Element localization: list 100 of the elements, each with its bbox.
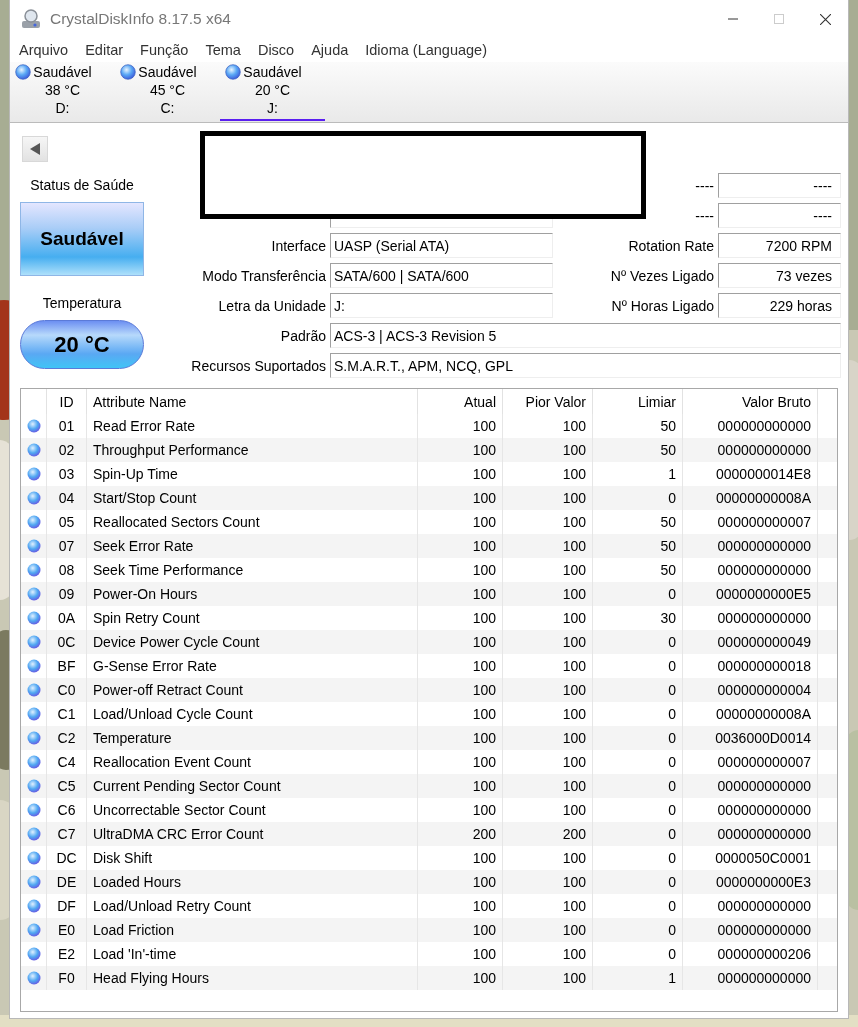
table-cell: 0 xyxy=(593,726,683,750)
table-cell: 02 xyxy=(47,438,87,462)
status-dot-icon xyxy=(26,659,41,673)
menu-item[interactable]: Disco xyxy=(248,42,303,58)
status-dot-icon xyxy=(26,875,41,889)
info-field: 73 vezes xyxy=(718,263,841,288)
drive-tab[interactable]: Saudável 45 °C C: xyxy=(115,62,220,121)
drive-temperature: 20 °C xyxy=(254,81,291,99)
info-field: UASP (Serial ATA) xyxy=(330,233,553,258)
table-cell: 100 xyxy=(503,726,593,750)
field-label: ---- xyxy=(695,177,714,194)
table-cell: Start/Stop Count xyxy=(87,486,418,510)
column-header[interactable]: ID xyxy=(47,389,87,414)
table-cell: 100 xyxy=(503,486,593,510)
table-cell: 100 xyxy=(503,534,593,558)
menu-item[interactable]: Arquivo xyxy=(10,42,77,58)
table-cell: 0 xyxy=(593,630,683,654)
table-cell: 0 xyxy=(593,678,683,702)
menu-item[interactable]: Tema xyxy=(196,42,249,58)
table-cell: Temperature xyxy=(87,726,418,750)
table-cell: 50 xyxy=(593,438,683,462)
table-cell: 0000000000E3 xyxy=(683,870,818,894)
field-label: Interface xyxy=(271,237,326,254)
table-cell: 0000000000E5 xyxy=(683,582,818,606)
table-cell: 100 xyxy=(503,630,593,654)
status-dot-icon xyxy=(26,779,41,793)
table-cell: 100 xyxy=(418,726,503,750)
table-cell: 000000000004 xyxy=(683,678,818,702)
table-cell: DE xyxy=(47,870,87,894)
status-dot-icon xyxy=(26,707,41,721)
info-field: SATA/600 | SATA/600 xyxy=(330,263,553,288)
table-cell: 100 xyxy=(418,870,503,894)
status-dot-icon xyxy=(26,491,41,505)
table-cell: 00000000008A xyxy=(683,486,818,510)
column-header[interactable]: Atual xyxy=(418,389,503,414)
status-dot-icon xyxy=(26,947,41,961)
table-cell: Power-off Retract Count xyxy=(87,678,418,702)
column-header[interactable]: Pior Valor xyxy=(503,389,593,414)
table-cell: 0 xyxy=(593,822,683,846)
back-button[interactable] xyxy=(22,136,48,162)
drive-status: Saudável xyxy=(138,63,197,81)
table-cell: 0C xyxy=(47,630,87,654)
status-dot-icon xyxy=(26,635,41,649)
table-cell: 100 xyxy=(418,630,503,654)
drive-temperature: 38 °C xyxy=(44,81,81,99)
table-cell: Loaded Hours xyxy=(87,870,418,894)
table-cell: 000000000000 xyxy=(683,918,818,942)
drive-tab[interactable]: Saudável 38 °C D: xyxy=(10,62,115,121)
info-field: 229 horas xyxy=(718,293,841,318)
field-label: Recursos Suportados xyxy=(191,357,326,374)
field-label: Modo Transferência xyxy=(202,267,326,284)
table-cell: 000000000000 xyxy=(683,534,818,558)
menu-item[interactable]: Editar xyxy=(76,42,132,58)
drive-letter: D: xyxy=(55,99,70,117)
drive-status: Saudável xyxy=(33,63,92,81)
table-cell: 0 xyxy=(593,582,683,606)
table-cell: 0 xyxy=(593,486,683,510)
table-cell: C5 xyxy=(47,774,87,798)
status-dot-icon xyxy=(26,971,41,985)
health-status-button[interactable]: Saudável xyxy=(20,202,144,276)
menu-item[interactable]: Ajuda xyxy=(302,42,357,58)
column-header[interactable]: Valor Bruto xyxy=(683,389,818,414)
status-dot-icon xyxy=(26,563,41,577)
info-field: ---- xyxy=(718,173,841,198)
status-dot-icon xyxy=(26,587,41,601)
temperature-button[interactable]: 20 °C xyxy=(20,320,144,369)
table-cell: UltraDMA CRC Error Count xyxy=(87,822,418,846)
table-cell: 0 xyxy=(593,870,683,894)
status-dot-icon xyxy=(26,923,41,937)
status-dot-icon xyxy=(120,64,137,80)
table-cell: 09 xyxy=(47,582,87,606)
status-dot-icon xyxy=(26,467,41,481)
table-cell: Current Pending Sector Count xyxy=(87,774,418,798)
table-cell: 100 xyxy=(418,534,503,558)
table-cell: 100 xyxy=(418,918,503,942)
table-cell: 100 xyxy=(418,486,503,510)
status-dot-icon xyxy=(225,64,242,80)
status-dot-icon xyxy=(26,419,41,433)
table-cell: F0 xyxy=(47,966,87,990)
table-cell: Device Power Cycle Count xyxy=(87,630,418,654)
menu-item[interactable]: Idioma (Language) xyxy=(356,42,495,58)
status-dot-icon xyxy=(26,803,41,817)
table-cell: E0 xyxy=(47,918,87,942)
table-cell: Seek Error Rate xyxy=(87,534,418,558)
table-cell: 200 xyxy=(418,822,503,846)
table-cell: 000000000000 xyxy=(683,822,818,846)
column-header[interactable]: Attribute Name xyxy=(87,389,418,414)
status-dot-icon xyxy=(26,755,41,769)
window-title: CrystalDiskInfo 8.17.5 x64 xyxy=(50,10,231,28)
table-cell: 000000000049 xyxy=(683,630,818,654)
table-cell: C7 xyxy=(47,822,87,846)
column-header[interactable]: Limiar xyxy=(593,389,683,414)
table-cell: 50 xyxy=(593,534,683,558)
menu-item[interactable]: Função xyxy=(131,42,197,58)
drive-tab[interactable]: Saudável 20 °C J: xyxy=(220,62,325,121)
info-field: J: xyxy=(330,293,553,318)
table-cell: 0036000D0014 xyxy=(683,726,818,750)
table-cell: 100 xyxy=(418,774,503,798)
field-label: Padrão xyxy=(280,327,326,344)
table-cell: 100 xyxy=(418,678,503,702)
